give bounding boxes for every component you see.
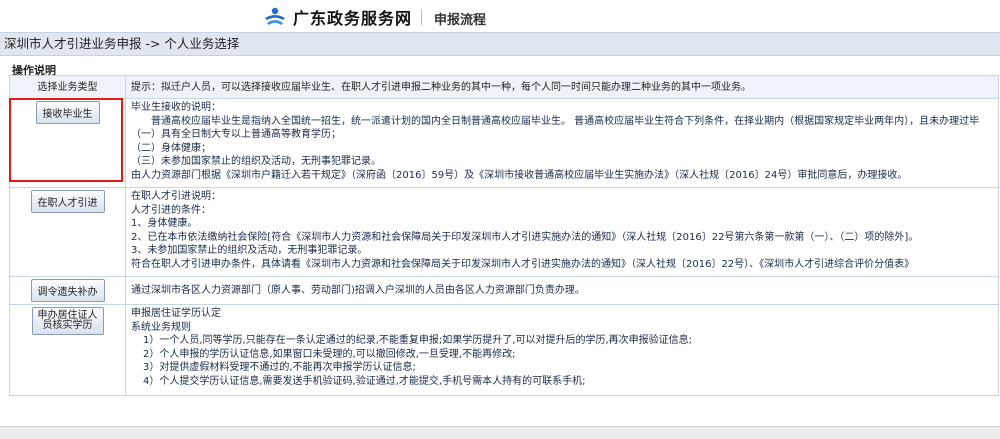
section-title: 操作说明 (12, 64, 56, 77)
graduate-description: 毕业生接收的说明： 普通高校应届毕业生是指纳入全国统一招生，统一派遣计划的国内全… (125, 98, 999, 188)
header-tip: 提示：拟迁户人员，可以选择接收应届毕业生、在职人才引进申报二种业务的其中一种，每… (125, 75, 999, 99)
header-select-type: 选择业务类型 (9, 75, 126, 99)
talent-introduction-button[interactable]: 在职人才引进 (30, 190, 105, 213)
flow-link[interactable]: 申报流程 (434, 9, 486, 28)
highlight-box (9, 98, 123, 182)
talent-description: 在职人才引进说明： 人才引进的条件： 1、身体健康。 2、已在本市依法缴纳社会保… (125, 187, 999, 277)
table-row: 接收毕业生 毕业生接收的说明： 普通高校应届毕业生是指纳入全国统一招生，统一派遣… (9, 98, 999, 188)
lost-transfer-order-button[interactable]: 调令遗失补办 (30, 279, 105, 302)
transfer-order-description: 通过深圳市各区人力资源部门（原人事、劳动部门)招调入户深圳的人员由各区人力资源部… (125, 276, 999, 305)
site-name: 广东政务服务网 (293, 9, 413, 28)
table-header-row: 选择业务类型 提示：拟迁户人员，可以选择接收应届毕业生、在职人才引进申报二种业务… (9, 75, 999, 99)
table-row: 调令遗失补办 通过深圳市各区人力资源部门（原人事、劳动部门)招调入户深圳的人员由… (9, 276, 999, 305)
residence-permit-description: 申报居住证学历认定 系统业务规则 1）一个人员,同等学历,只能存在一条认定通过的… (125, 304, 999, 396)
table-row: 申办居住证人员核实学历 申报居住证学历认定 系统业务规则 1）一个人员,同等学历… (9, 304, 999, 396)
bottom-scroll-area (0, 426, 1000, 439)
top-header: 广东政务服务网 申报流程 (0, 0, 1000, 32)
residence-permit-education-button[interactable]: 申办居住证人员核实学历 (31, 307, 104, 335)
header-divider (421, 9, 422, 25)
table-row: 在职人才引进 在职人才引进说明： 人才引进的条件： 1、身体健康。 2、已在本市… (9, 187, 999, 277)
site-logo[interactable]: 广东政务服务网 (263, 5, 412, 29)
business-type-table: 选择业务类型 提示：拟迁户人员，可以选择接收应届毕业生、在职人才引进申报二种业务… (9, 75, 999, 396)
logo-icon (265, 7, 285, 25)
breadcrumb: 深圳市人才引进业务申报 -> 个人业务选择 (0, 32, 1000, 56)
